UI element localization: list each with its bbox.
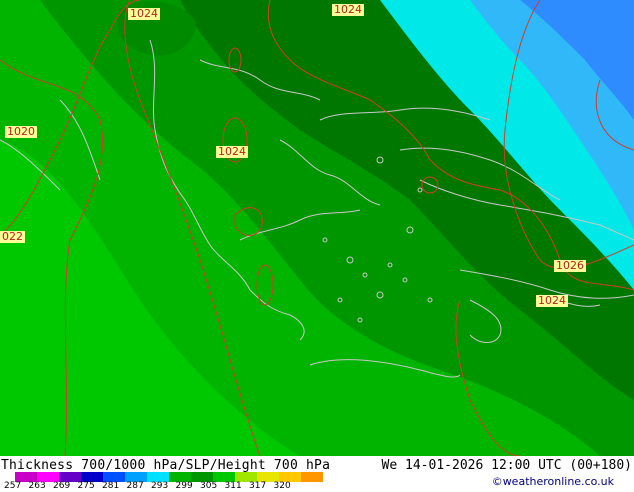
legend-tick-labels: 257 263 269 275 281 287 293 299 305 311 317 320 bbox=[0, 482, 320, 492]
isobar-label-1024-se: 1024 bbox=[536, 294, 568, 307]
isobar-label-1022-w: 022 bbox=[0, 230, 25, 243]
isobar-label-1024-center: 1024 bbox=[216, 145, 248, 158]
map-footer: Thickness 700/1000 hPa/SLP/Height 700 hP… bbox=[0, 456, 634, 492]
isobar-label-1020-w: 1020 bbox=[5, 125, 37, 138]
isobar-label-1024-ne: 1024 bbox=[332, 3, 364, 16]
map-area[interactable]: 1024 1024 1020 1024 022 1026 1024 bbox=[0, 0, 634, 456]
isobar-label-1024-nw: 1024 bbox=[128, 7, 160, 20]
chart-title: Thickness 700/1000 hPa/SLP/Height 700 hP… bbox=[1, 458, 331, 473]
thickness-map bbox=[0, 0, 634, 456]
credit-link[interactable]: ©weatheronline.co.uk bbox=[492, 475, 614, 488]
valid-time: We 14-01-2026 12:00 UTC (00+180) bbox=[381, 458, 632, 473]
legend-swatch bbox=[301, 472, 323, 482]
isobar-label-1026-e: 1026 bbox=[554, 259, 586, 272]
